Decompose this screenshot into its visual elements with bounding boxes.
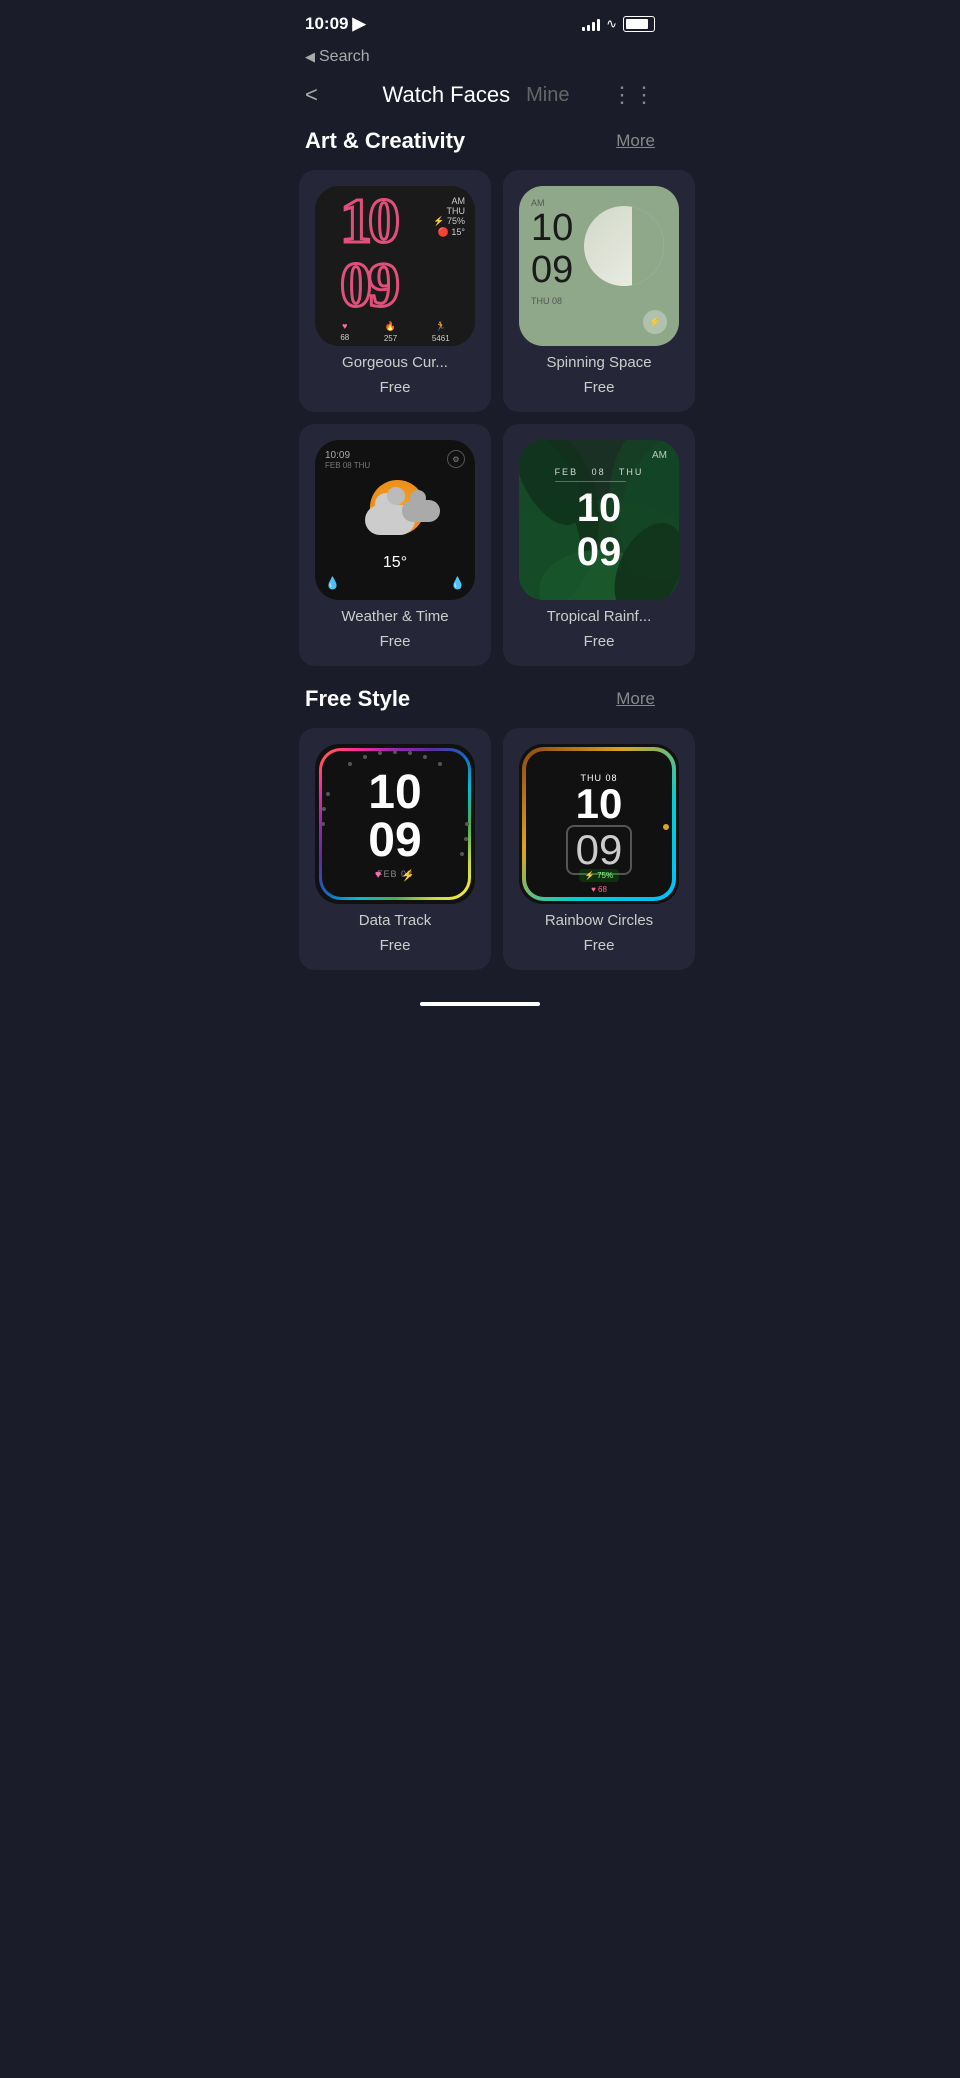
nav-title-area: Watch Faces Mine	[383, 82, 570, 108]
watch-price-weather-time: Free	[380, 633, 411, 650]
section-title-free-style: Free Style	[305, 686, 410, 712]
watch-card-weather-time[interactable]: 10:09 FEB 08 THU 15°	[299, 424, 491, 666]
scroll-bar	[420, 1002, 540, 1006]
watch-face-gorgeous-curve: AM THU ⚡ 75% 🔴 15° 10 09	[315, 186, 475, 346]
watch-face-tropical: AM FEB 08 THU 10 09	[519, 440, 679, 600]
watch-card-rainbow-circles[interactable]: THU 08 10 09 ⚡ 75% ♥ 68 Rainbow Circles …	[503, 728, 695, 970]
section-header-free-style: Free Style More	[285, 686, 675, 728]
back-search-row: ◀ Search	[285, 44, 675, 74]
section-header-art: Art & Creativity More	[285, 128, 675, 170]
watch-card-data-track[interactable]: 10 09 FEB 08 ♥ ⚡ Data Track Free	[299, 728, 491, 970]
watch-face-weather-time: 10:09 FEB 08 THU 15°	[315, 440, 475, 600]
clock: 10:09	[305, 14, 348, 34]
watch-price-gorgeous-curve: Free	[380, 379, 411, 396]
wifi-icon: ∿	[606, 16, 617, 32]
watch-card-tropical[interactable]: AM FEB 08 THU 10 09 Tropical Rainf... Fr…	[503, 424, 695, 666]
watch-name-rainbow-circles: Rainbow Circles	[545, 912, 653, 929]
scroll-indicator	[285, 990, 675, 1026]
page-title: Watch Faces	[383, 82, 511, 108]
watch-name-tropical: Tropical Rainf...	[547, 608, 651, 625]
watch-name-data-track: Data Track	[359, 912, 432, 929]
signal-icon	[582, 17, 600, 31]
battery-icon: 90	[623, 16, 655, 32]
status-bar: 10:09 ▶ ∿ 90	[285, 0, 675, 44]
free-style-grid: 10 09 FEB 08 ♥ ⚡ Data Track Free THU 08 …	[285, 728, 675, 990]
back-small-arrow-icon: ◀	[305, 49, 315, 65]
status-time: 10:09 ▶	[305, 14, 366, 34]
watch-price-tropical: Free	[584, 633, 615, 650]
back-button[interactable]: <	[305, 82, 341, 108]
search-back-label[interactable]: Search	[319, 48, 370, 66]
section-title-art: Art & Creativity	[305, 128, 465, 154]
watch-face-spinning-space: AM 10 09 THU 08 ⚡	[519, 186, 679, 346]
watch-price-data-track: Free	[380, 937, 411, 954]
watch-name-spinning-space: Spinning Space	[546, 354, 651, 371]
watch-card-spinning-space[interactable]: AM 10 09 THU 08 ⚡ Spinning Space Free	[503, 170, 695, 412]
location-icon: ▶	[352, 14, 365, 34]
watch-face-data-track: 10 09 FEB 08 ♥ ⚡	[315, 744, 475, 904]
mine-tab[interactable]: Mine	[526, 84, 569, 107]
section-more-art[interactable]: More	[616, 131, 655, 151]
watch-price-spinning-space: Free	[584, 379, 615, 396]
watch-face-rainbow-circles: THU 08 10 09 ⚡ 75% ♥ 68	[519, 744, 679, 904]
status-right: ∿ 90	[582, 16, 655, 32]
art-creativity-grid: AM THU ⚡ 75% 🔴 15° 10 09	[285, 170, 675, 686]
section-more-free-style[interactable]: More	[616, 689, 655, 709]
grid-view-icon[interactable]: ⋮⋮	[611, 82, 655, 108]
nav-header: < Watch Faces Mine ⋮⋮	[285, 74, 675, 128]
watch-name-weather-time: Weather & Time	[341, 608, 448, 625]
watch-card-gorgeous-curve[interactable]: AM THU ⚡ 75% 🔴 15° 10 09	[299, 170, 491, 412]
watch-price-rainbow-circles: Free	[584, 937, 615, 954]
watch-name-gorgeous-curve: Gorgeous Cur...	[342, 354, 448, 371]
